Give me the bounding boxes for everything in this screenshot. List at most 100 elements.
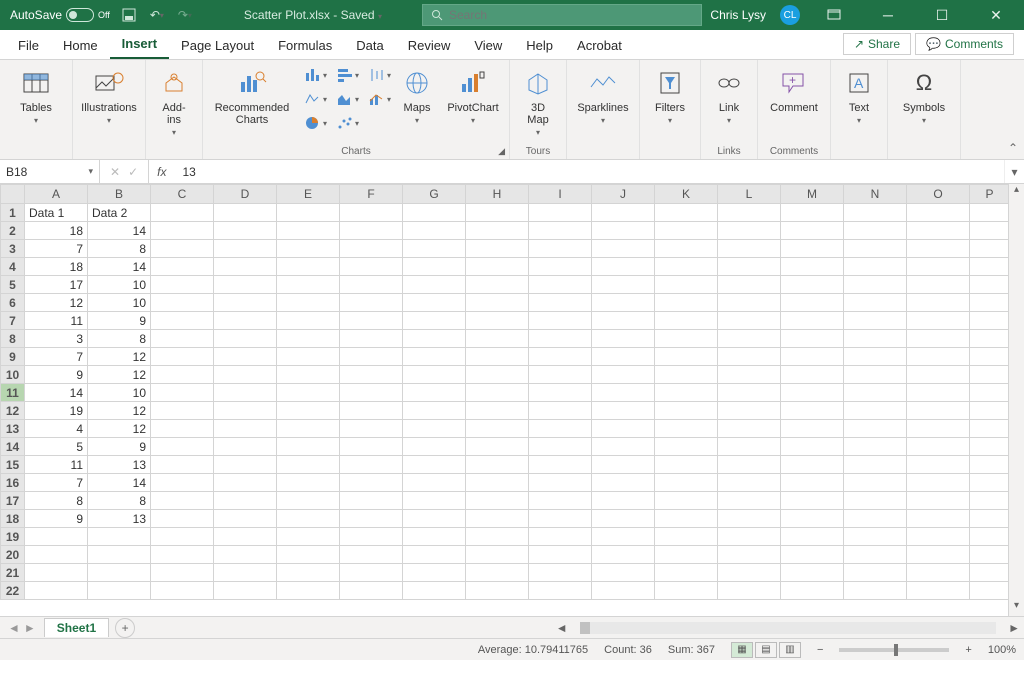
link-button[interactable]: Link▾ <box>707 64 751 129</box>
row-header[interactable]: 4 <box>1 258 25 276</box>
text-button[interactable]: A Text▾ <box>837 64 881 129</box>
sparklines-button[interactable]: Sparklines▾ <box>573 64 633 129</box>
search-input[interactable] <box>449 8 693 22</box>
recommended-charts-button[interactable]: Recommended Charts <box>209 64 295 128</box>
redo-icon[interactable]: ↷▾ <box>176 6 194 24</box>
combo-chart-button[interactable]: ▾ <box>363 88 391 110</box>
cell[interactable]: 10 <box>88 294 151 312</box>
row-header[interactable]: 19 <box>1 528 25 546</box>
cell[interactable]: 14 <box>88 258 151 276</box>
user-name[interactable]: Chris Lysy <box>710 8 766 22</box>
row-header[interactable]: 16 <box>1 474 25 492</box>
col-header[interactable]: F <box>340 185 403 204</box>
3d-map-button[interactable]: 3D Map▾ <box>516 64 560 139</box>
zoom-level[interactable]: 100% <box>988 644 1016 656</box>
row-header[interactable]: 12 <box>1 402 25 420</box>
cell[interactable]: 11 <box>25 456 88 474</box>
search-box[interactable] <box>422 4 702 26</box>
tab-help[interactable]: Help <box>514 32 565 59</box>
col-header[interactable]: M <box>781 185 844 204</box>
cell[interactable]: 9 <box>25 510 88 528</box>
cell[interactable]: 19 <box>25 402 88 420</box>
collapse-ribbon-icon[interactable]: ⌃ <box>1008 141 1018 155</box>
chevron-down-icon[interactable]: ▾ <box>88 166 93 177</box>
formula-input[interactable]: 13 <box>174 160 1004 183</box>
row-header[interactable]: 22 <box>1 582 25 600</box>
col-header[interactable]: I <box>529 185 592 204</box>
autosave-switch[interactable] <box>66 8 94 22</box>
cell[interactable]: 7 <box>25 240 88 258</box>
ribbon-display-icon[interactable] <box>814 0 854 30</box>
expand-formula-bar-icon[interactable]: ▾ <box>1004 160 1024 183</box>
cell[interactable]: 8 <box>88 240 151 258</box>
row-header[interactable]: 20 <box>1 546 25 564</box>
tab-file[interactable]: File <box>6 32 51 59</box>
user-avatar[interactable]: CL <box>780 5 800 25</box>
cell[interactable]: 8 <box>88 492 151 510</box>
enter-formula-icon[interactable]: ✓ <box>128 165 138 179</box>
tab-acrobat[interactable]: Acrobat <box>565 32 634 59</box>
cancel-formula-icon[interactable]: ✕ <box>110 165 120 179</box>
col-header[interactable]: C <box>151 185 214 204</box>
illustrations-button[interactable]: Illustrations▾ <box>79 64 139 129</box>
cell[interactable]: 13 <box>88 510 151 528</box>
autosave-toggle[interactable]: AutoSave Off <box>10 8 110 22</box>
cell[interactable]: 12 <box>88 402 151 420</box>
cell[interactable]: 3 <box>25 330 88 348</box>
scroll-left-icon[interactable]: ◄ <box>552 621 572 635</box>
row-header[interactable]: 17 <box>1 492 25 510</box>
cell[interactable]: 12 <box>88 420 151 438</box>
bar-chart-button[interactable]: ▾ <box>331 64 359 86</box>
sheet-nav-next-icon[interactable]: ► <box>24 621 36 635</box>
cell[interactable]: 5 <box>25 438 88 456</box>
row-header[interactable]: 14 <box>1 438 25 456</box>
cell[interactable]: 9 <box>88 312 151 330</box>
area-chart-button[interactable]: ▾ <box>331 88 359 110</box>
row-header[interactable]: 2 <box>1 222 25 240</box>
tab-view[interactable]: View <box>462 32 514 59</box>
col-header[interactable]: J <box>592 185 655 204</box>
row-header[interactable]: 21 <box>1 564 25 582</box>
close-icon[interactable]: ✕ <box>976 0 1016 30</box>
cell[interactable]: 12 <box>25 294 88 312</box>
tables-button[interactable]: Tables▾ <box>6 64 66 129</box>
row-header[interactable]: 5 <box>1 276 25 294</box>
row-header[interactable]: 6 <box>1 294 25 312</box>
stock-chart-button[interactable]: ▾ <box>363 64 391 86</box>
symbols-button[interactable]: Ω Symbols▾ <box>894 64 954 129</box>
cell[interactable]: 7 <box>25 474 88 492</box>
scroll-up-icon[interactable]: ▴ <box>1009 184 1024 200</box>
sheet-nav-prev-icon[interactable]: ◄ <box>8 621 20 635</box>
share-button[interactable]: ↗Share <box>843 33 911 55</box>
row-header[interactable]: 11 <box>1 384 25 402</box>
pivotchart-button[interactable]: PivotChart▾ <box>443 64 503 129</box>
row-header[interactable]: 15 <box>1 456 25 474</box>
cell[interactable]: 12 <box>88 348 151 366</box>
cell[interactable]: 8 <box>25 492 88 510</box>
cell[interactable]: 4 <box>25 420 88 438</box>
row-header[interactable]: 1 <box>1 204 25 222</box>
col-header[interactable]: P <box>970 185 1009 204</box>
tab-home[interactable]: Home <box>51 32 110 59</box>
row-header[interactable]: 3 <box>1 240 25 258</box>
tab-review[interactable]: Review <box>396 32 463 59</box>
cell[interactable]: 7 <box>25 348 88 366</box>
row-header[interactable]: 18 <box>1 510 25 528</box>
minimize-icon[interactable]: ─ <box>868 0 908 30</box>
row-header[interactable]: 9 <box>1 348 25 366</box>
comment-button[interactable]: + Comment <box>764 64 824 116</box>
scroll-down-icon[interactable]: ▾ <box>1009 600 1024 616</box>
line-chart-button[interactable]: ▾ <box>299 88 327 110</box>
col-header[interactable]: H <box>466 185 529 204</box>
cell[interactable]: 14 <box>88 474 151 492</box>
sheet-tab[interactable]: Sheet1 <box>44 618 109 637</box>
row-header[interactable]: 10 <box>1 366 25 384</box>
col-header[interactable]: K <box>655 185 718 204</box>
tab-page-layout[interactable]: Page Layout <box>169 32 266 59</box>
cell[interactable]: 8 <box>88 330 151 348</box>
page-break-view-button[interactable]: ▥ <box>779 642 801 658</box>
file-name[interactable]: Scatter Plot.xlsx - Saved ▾ <box>244 8 382 22</box>
column-chart-button[interactable]: ▾ <box>299 64 327 86</box>
vertical-scrollbar[interactable]: ▴ ▾ <box>1008 184 1024 616</box>
cell[interactable]: 12 <box>88 366 151 384</box>
